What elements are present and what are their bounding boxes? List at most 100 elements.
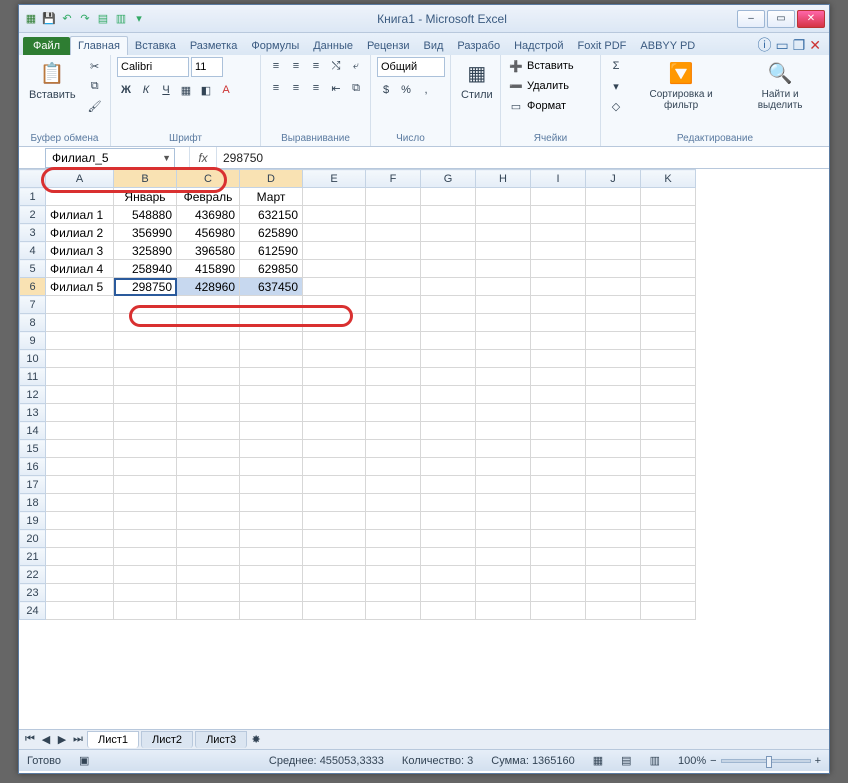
row-header[interactable]: 3 — [20, 224, 46, 242]
cell[interactable]: Филиал 1 — [46, 206, 114, 224]
row-header[interactable]: 18 — [20, 494, 46, 512]
cell[interactable]: 396580 — [177, 242, 240, 260]
percent-icon[interactable]: % — [397, 81, 415, 99]
column-header[interactable]: A — [46, 170, 114, 188]
bold-icon[interactable]: Ж — [117, 81, 135, 99]
styles-button[interactable]: ▦ Стили — [457, 57, 497, 103]
row-header[interactable]: 19 — [20, 512, 46, 530]
font-color-icon[interactable]: A — [217, 81, 235, 99]
row-header[interactable]: 6 — [20, 278, 46, 296]
zoom-in-icon[interactable]: + — [815, 755, 821, 767]
row-header[interactable]: 1 — [20, 188, 46, 206]
new-sheet-icon[interactable]: ✸ — [249, 733, 263, 746]
cell[interactable]: 637450 — [240, 278, 303, 296]
tab-insert[interactable]: Вставка — [128, 37, 183, 55]
formula-input[interactable]: 298750 — [217, 147, 829, 168]
wrap-text-icon[interactable]: ⤶ — [347, 57, 365, 75]
row-header[interactable]: 5 — [20, 260, 46, 278]
help-icon[interactable]: ⓘ — [757, 35, 771, 55]
tab-file[interactable]: Файл — [23, 37, 70, 55]
orientation-icon[interactable]: ⤭ — [327, 57, 345, 75]
column-header[interactable]: J — [586, 170, 641, 188]
zoom-control[interactable]: 100% − + — [678, 755, 821, 767]
font-size-selector[interactable]: 11 — [191, 57, 223, 77]
view-normal-icon[interactable]: ▦ — [593, 754, 603, 767]
align-right-icon[interactable]: ≡ — [307, 79, 325, 97]
currency-icon[interactable]: $ — [377, 81, 395, 99]
tab-view[interactable]: Вид — [417, 37, 451, 55]
find-select-button[interactable]: 🔍 Найти и выделить — [737, 57, 823, 113]
cell[interactable]: 548880 — [114, 206, 177, 224]
tab-layout[interactable]: Разметка — [183, 37, 245, 55]
save-icon[interactable]: 💾 — [41, 11, 57, 27]
align-left-icon[interactable]: ≡ — [267, 79, 285, 97]
sheet-tab[interactable]: Лист2 — [141, 731, 193, 748]
minimize-button[interactable]: – — [737, 10, 765, 28]
row-header[interactable]: 24 — [20, 602, 46, 620]
close-workbook-icon[interactable]: ✕ — [809, 37, 821, 54]
cell[interactable]: Январь — [114, 188, 177, 206]
row-header[interactable]: 23 — [20, 584, 46, 602]
row-header[interactable]: 21 — [20, 548, 46, 566]
column-header[interactable]: F — [366, 170, 421, 188]
worksheet-grid[interactable]: ABCDEFGHIJK1ЯнварьФевральМарт2Филиал 154… — [19, 169, 829, 729]
row-header[interactable]: 14 — [20, 422, 46, 440]
cell[interactable]: Март — [240, 188, 303, 206]
tab-foxit[interactable]: Foxit PDF — [571, 37, 634, 55]
qat-icon[interactable]: ▤ — [95, 11, 111, 27]
column-header[interactable]: C — [177, 170, 240, 188]
tab-addins[interactable]: Надстрой — [507, 37, 570, 55]
qat-dropdown-icon[interactable]: ▾ — [131, 11, 147, 27]
cell[interactable]: 428960 — [177, 278, 240, 296]
column-header[interactable]: H — [476, 170, 531, 188]
comma-icon[interactable]: , — [417, 81, 435, 99]
autosum-icon[interactable]: Σ — [607, 57, 625, 75]
sheet-tab[interactable]: Лист1 — [87, 731, 139, 748]
copy-icon[interactable]: ⧉ — [86, 77, 104, 95]
cells-insert-button[interactable]: ➕Вставить — [507, 57, 574, 75]
sort-filter-button[interactable]: 🔽 Сортировка и фильтр — [631, 57, 731, 113]
view-pagebreak-icon[interactable]: ▥ — [650, 754, 660, 767]
font-name-selector[interactable]: Calibri — [117, 57, 189, 77]
paste-button[interactable]: 📋 Вставить — [25, 57, 80, 103]
row-header[interactable]: 12 — [20, 386, 46, 404]
column-header[interactable]: E — [303, 170, 366, 188]
format-painter-icon[interactable]: 🖌 — [86, 97, 104, 115]
cell[interactable]: 325890 — [114, 242, 177, 260]
cell[interactable]: 456980 — [177, 224, 240, 242]
cell[interactable]: Февраль — [177, 188, 240, 206]
row-header[interactable]: 7 — [20, 296, 46, 314]
tab-home[interactable]: Главная — [70, 36, 128, 55]
name-box[interactable]: Филиал_5 ▼ — [45, 148, 175, 168]
cut-icon[interactable]: ✂ — [86, 57, 104, 75]
fill-color-icon[interactable]: ◧ — [197, 81, 215, 99]
view-layout-icon[interactable]: ▤ — [621, 754, 631, 767]
row-header[interactable]: 16 — [20, 458, 46, 476]
indent-dec-icon[interactable]: ⇤ — [327, 79, 345, 97]
align-bottom-icon[interactable]: ≡ — [307, 57, 325, 75]
merge-icon[interactable]: ⧉ — [347, 79, 365, 97]
cell[interactable]: 258940 — [114, 260, 177, 278]
tab-developer[interactable]: Разрабо — [450, 37, 507, 55]
cell[interactable]: 436980 — [177, 206, 240, 224]
row-header[interactable]: 10 — [20, 350, 46, 368]
align-middle-icon[interactable]: ≡ — [287, 57, 305, 75]
restore-icon[interactable]: ❐ — [793, 37, 806, 54]
macro-record-icon[interactable]: ▣ — [79, 754, 89, 767]
row-header[interactable]: 9 — [20, 332, 46, 350]
sheet-nav-last-icon[interactable]: ⏭ — [71, 733, 85, 746]
cell[interactable]: Филиал 5 — [46, 278, 114, 296]
minimize-ribbon-icon[interactable]: ▭ — [775, 37, 788, 54]
tab-review[interactable]: Рецензи — [360, 37, 417, 55]
cell[interactable]: Филиал 3 — [46, 242, 114, 260]
column-header[interactable]: B — [114, 170, 177, 188]
cell[interactable]: 625890 — [240, 224, 303, 242]
border-icon[interactable]: ▦ — [177, 81, 195, 99]
row-header[interactable]: 22 — [20, 566, 46, 584]
row-header[interactable]: 8 — [20, 314, 46, 332]
sheet-tab[interactable]: Лист3 — [195, 731, 247, 748]
column-header[interactable]: I — [531, 170, 586, 188]
row-header[interactable]: 20 — [20, 530, 46, 548]
cells-delete-button[interactable]: ➖Удалить — [507, 77, 569, 95]
zoom-slider[interactable] — [721, 759, 811, 763]
